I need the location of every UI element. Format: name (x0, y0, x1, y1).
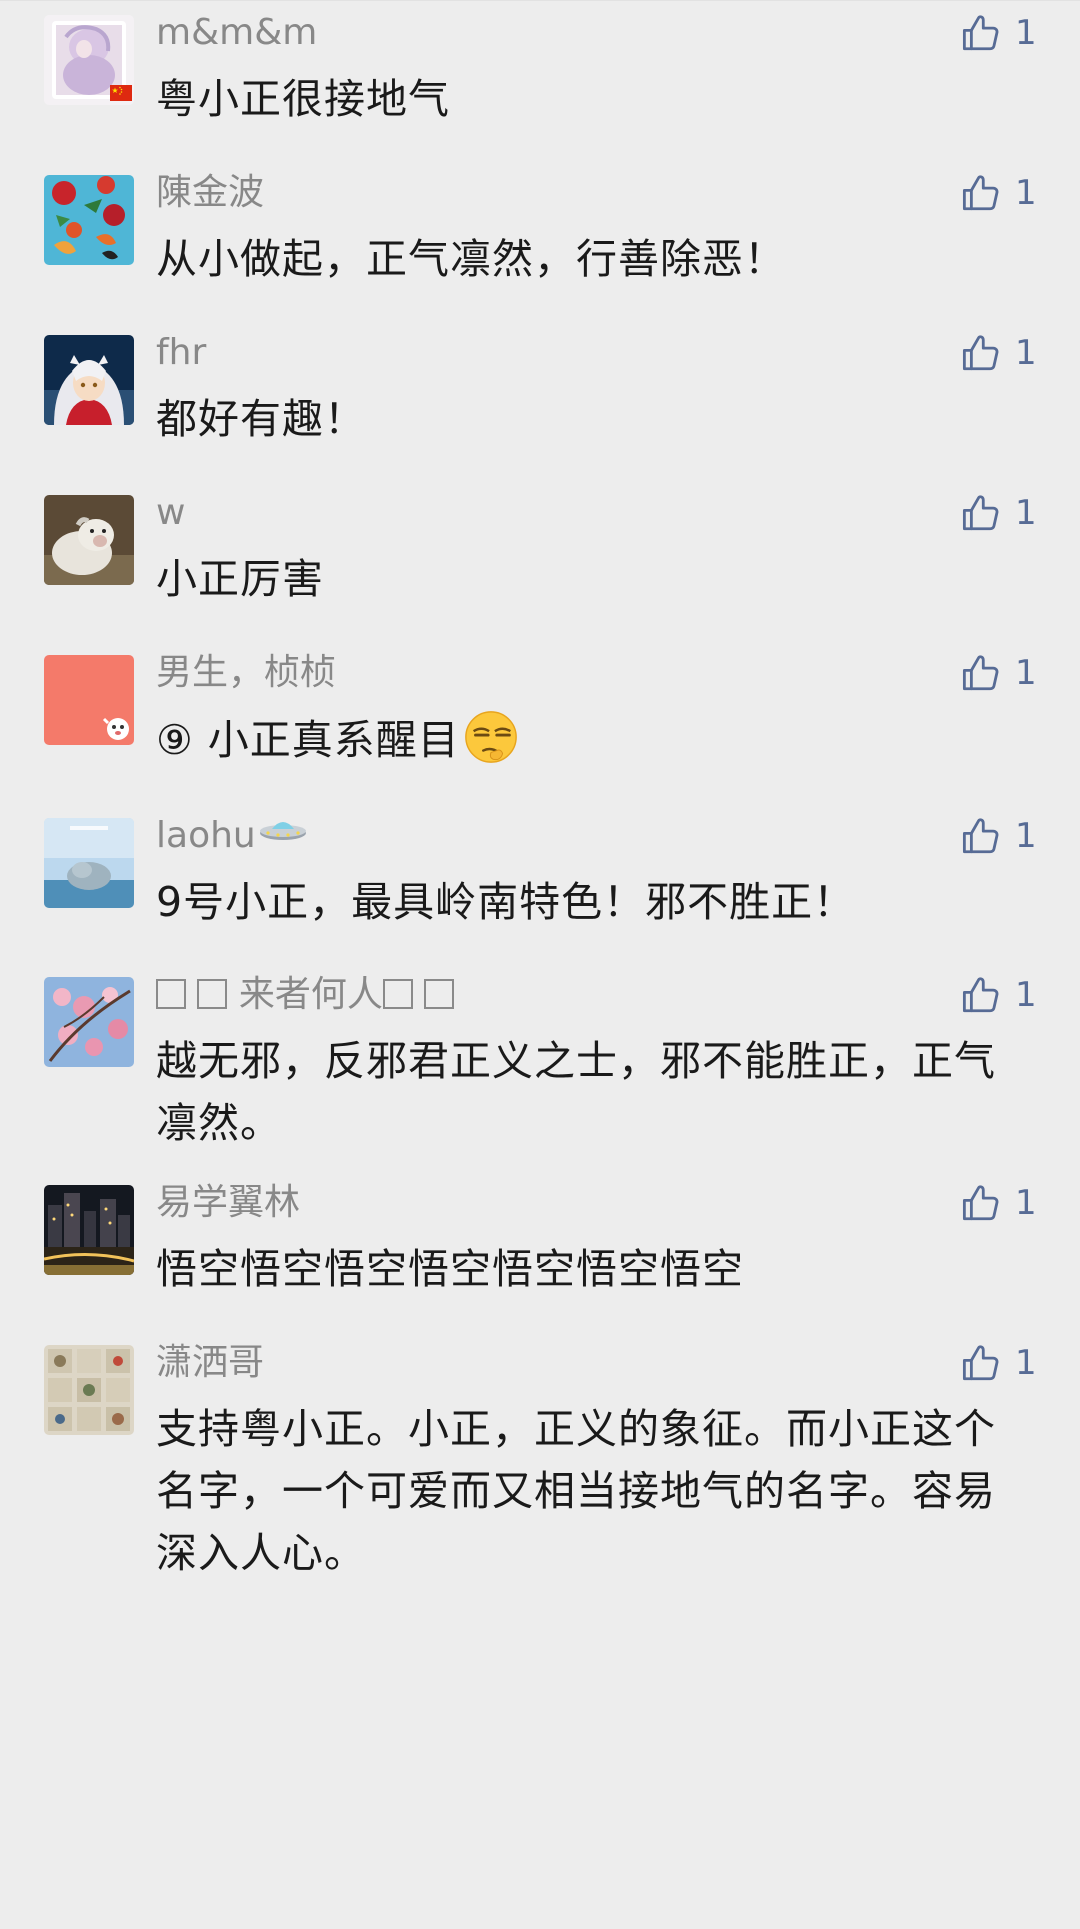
comment-text: 从小做起，正气凛然，行善除恶！ (156, 235, 786, 283)
commenter-name[interactable]: 男生，桢桢 (156, 650, 336, 696)
commenter-name-text: 来者何人 (238, 974, 383, 1015)
commenter-name[interactable]: m&m&m (156, 10, 317, 56)
flying-saucer-emoji-icon (259, 822, 306, 840)
thumbs-up-icon (960, 1182, 1002, 1224)
like-count: 1 (1015, 173, 1037, 213)
smirk-emoji-icon (464, 711, 517, 763)
avatar[interactable] (44, 1185, 134, 1275)
comment-text: 9号小正，最具岭南特色！邪不胜正！ (156, 878, 856, 926)
thumbs-up-icon (960, 172, 1002, 214)
like-count: 1 (1015, 13, 1037, 53)
comment-text: 悟空悟空悟空悟空悟空悟空悟空 (156, 1245, 744, 1293)
china-flag-icon (110, 85, 132, 101)
like-button[interactable]: 1 (960, 10, 1070, 56)
avatar[interactable] (44, 15, 134, 105)
commenter-name[interactable]: laohu (156, 813, 308, 859)
avatar[interactable] (44, 1345, 134, 1435)
like-button[interactable]: 1 (960, 813, 1070, 859)
comment-text: 粤小正很接地气 (156, 75, 450, 123)
commenter-name-text: laohu (156, 815, 256, 856)
top-divider (0, 0, 1080, 1)
like-button[interactable]: 1 (960, 330, 1070, 376)
avatar[interactable] (44, 977, 134, 1067)
missing-glyph-box (382, 979, 413, 1009)
avatar[interactable] (44, 175, 134, 265)
thumbs-up-icon (960, 332, 1002, 374)
commenter-name[interactable]: 陳金波 (156, 170, 264, 216)
like-count: 1 (1015, 653, 1037, 693)
commenter-name[interactable]: 易学翼林 (156, 1180, 300, 1226)
comment-text: ⑨ 小正真系醒目 (156, 708, 1036, 771)
like-button[interactable]: 1 (960, 1180, 1070, 1226)
comment-text: 小正厉害 (156, 555, 324, 603)
comment-text: 都好有趣！ (156, 395, 366, 443)
commenter-name[interactable]: 来者何人 (156, 972, 455, 1018)
avatar[interactable] (44, 335, 134, 425)
like-button[interactable]: 1 (960, 1340, 1070, 1386)
thumbs-up-icon (960, 815, 1002, 857)
thumbs-up-icon (960, 652, 1002, 694)
like-count: 1 (1015, 333, 1037, 373)
like-button[interactable]: 1 (960, 972, 1070, 1018)
like-count: 1 (1015, 1183, 1037, 1223)
thumbs-up-icon (960, 12, 1002, 54)
like-button[interactable]: 1 (960, 490, 1070, 536)
missing-glyph-box (197, 979, 228, 1009)
missing-glyph-box (424, 979, 455, 1009)
comment-text: 支持粤小正。小正，正义的象征。而小正这个名字，一个可爱而又相当接地气的名字。容易… (156, 1405, 996, 1577)
comment-text-content: ⑨ 小正真系醒目 (156, 716, 460, 764)
thumbs-up-icon (960, 974, 1002, 1016)
like-count: 1 (1015, 493, 1037, 533)
like-count: 1 (1015, 816, 1037, 856)
like-button[interactable]: 1 (960, 170, 1070, 216)
commenter-name[interactable]: 潇洒哥 (156, 1340, 264, 1386)
avatar[interactable] (44, 655, 134, 745)
avatar[interactable] (44, 495, 134, 585)
thumbs-up-icon (960, 1342, 1002, 1384)
missing-glyph-box (156, 979, 186, 1009)
like-count: 1 (1015, 1343, 1037, 1383)
like-count: 1 (1015, 975, 1037, 1015)
commenter-name[interactable]: w (156, 490, 185, 536)
avatar[interactable] (44, 818, 134, 908)
like-button[interactable]: 1 (960, 650, 1070, 696)
thumbs-up-icon (960, 492, 1002, 534)
commenter-name[interactable]: fhr (156, 330, 206, 376)
comment-text: 越无邪，反邪君正义之士，邪不能胜正，正气凛然。 (156, 1037, 996, 1147)
